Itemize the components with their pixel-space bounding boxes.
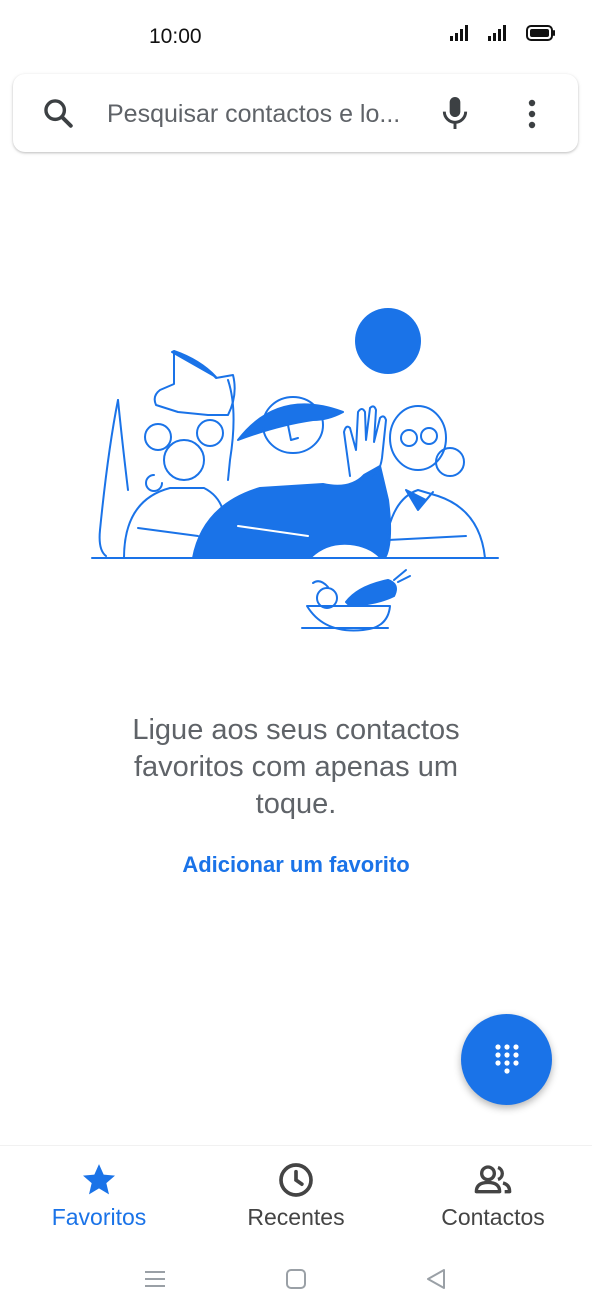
search-input[interactable]: Pesquisar contactos e lo... bbox=[107, 100, 400, 129]
empty-state-message: Ligue aos seus contactos favoritos com a… bbox=[132, 714, 460, 820]
signal-icon bbox=[450, 25, 468, 41]
tab-favorites[interactable]: Favoritos bbox=[14, 1146, 184, 1246]
tab-contacts-label: Contactos bbox=[441, 1204, 545, 1230]
bottom-navigation: Favoritos Recentes Contactos bbox=[0, 1145, 592, 1246]
status-bar: 10:00 bbox=[0, 0, 592, 70]
favorites-illustration bbox=[91, 308, 499, 632]
search-icon[interactable] bbox=[41, 96, 75, 130]
tab-contacts[interactable]: Contactos bbox=[408, 1146, 578, 1246]
menu-icon[interactable] bbox=[143, 1270, 167, 1288]
system-navigation-bar bbox=[0, 1250, 592, 1315]
tab-recents[interactable]: Recentes bbox=[211, 1146, 381, 1246]
more-options-icon[interactable] bbox=[519, 96, 545, 132]
back-icon[interactable] bbox=[424, 1267, 448, 1291]
clock-icon bbox=[279, 1163, 313, 1197]
tab-recents-label: Recentes bbox=[247, 1204, 345, 1230]
people-icon bbox=[474, 1165, 512, 1194]
search-bar[interactable]: Pesquisar contactos e lo... bbox=[13, 74, 578, 152]
dialpad-icon bbox=[495, 1044, 519, 1074]
home-icon[interactable] bbox=[285, 1268, 307, 1290]
dialpad-button[interactable] bbox=[461, 1014, 552, 1105]
microphone-icon[interactable] bbox=[439, 94, 471, 132]
status-time: 10:00 bbox=[149, 25, 202, 48]
signal-icon-2 bbox=[488, 25, 506, 41]
battery-icon bbox=[526, 25, 555, 41]
tab-favorites-label: Favoritos bbox=[51, 1204, 147, 1230]
add-favorite-link[interactable]: Adicionar um favorito bbox=[146, 852, 446, 878]
star-icon bbox=[83, 1164, 115, 1195]
